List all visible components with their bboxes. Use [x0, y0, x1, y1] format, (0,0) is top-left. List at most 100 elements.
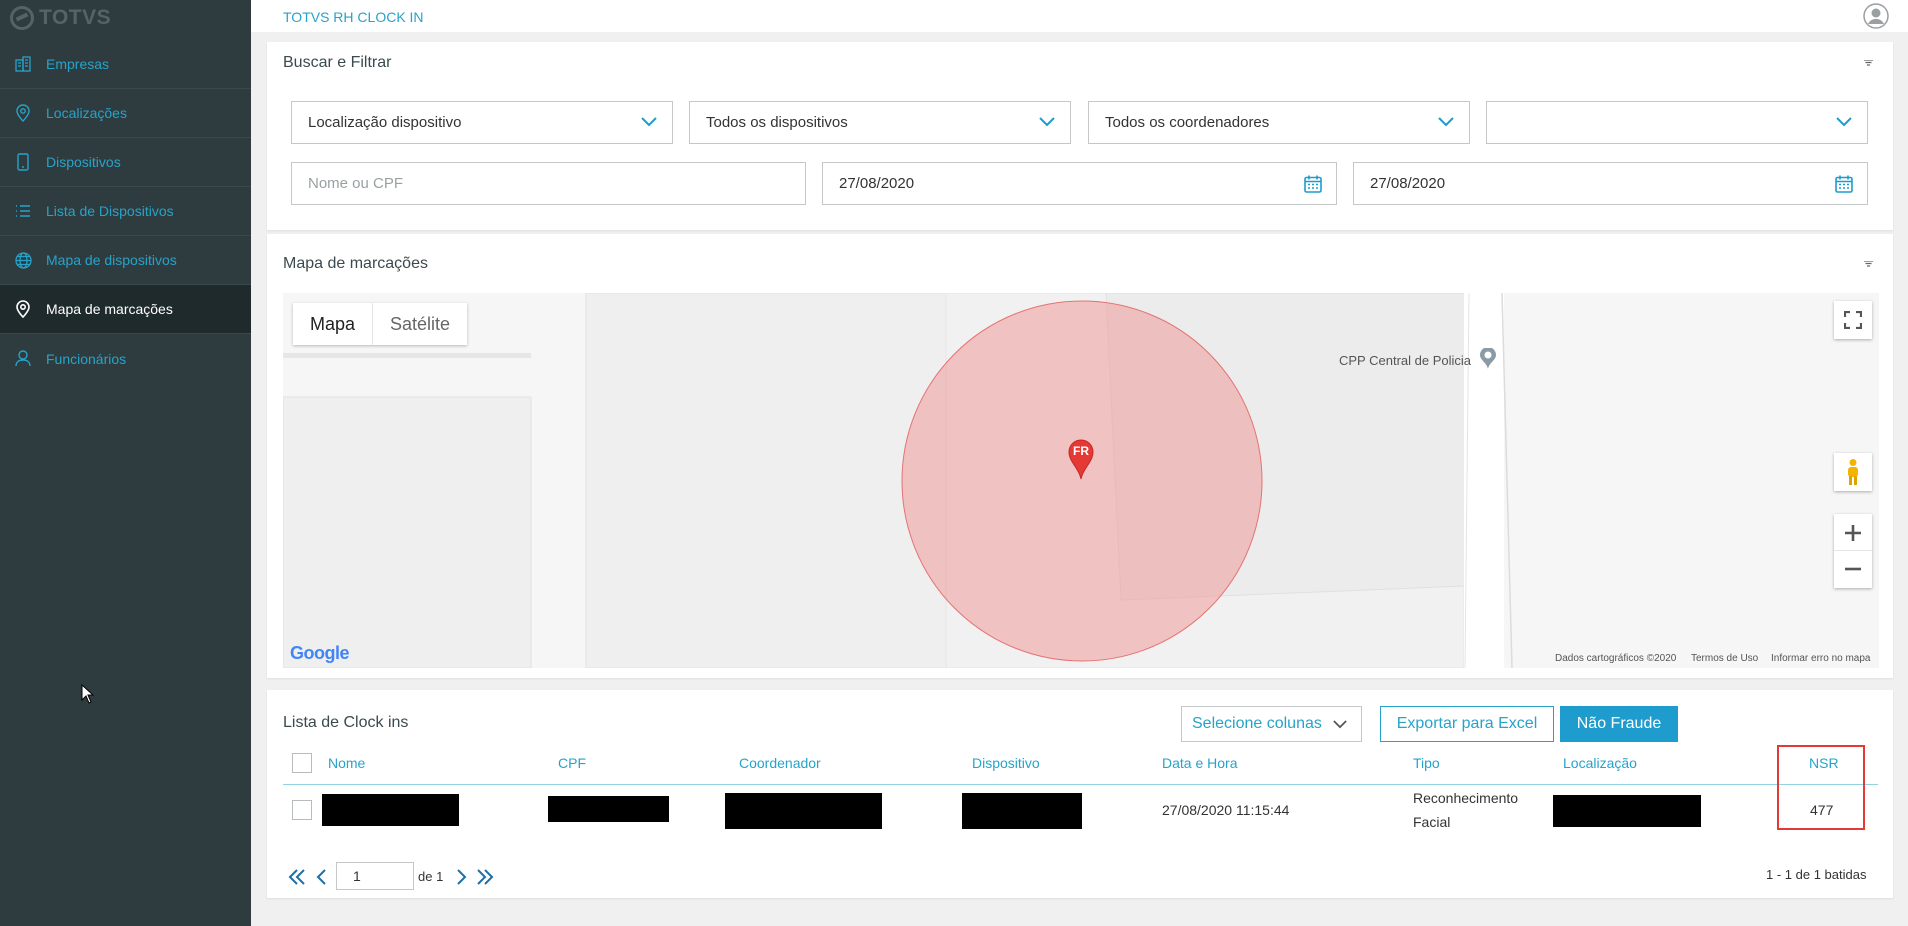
- page-total-label: de 1: [418, 869, 444, 884]
- globe-icon: [14, 251, 32, 269]
- user-avatar-icon[interactable]: [1863, 3, 1889, 29]
- list-title: Lista de Clock ins: [283, 714, 409, 731]
- header-tipo[interactable]: Tipo: [1413, 755, 1440, 771]
- sidebar-item-label: Localizações: [46, 105, 127, 121]
- cell-data-hora: 27/08/2020 11:15:44: [1162, 802, 1290, 818]
- name-cpf-input[interactable]: Nome ou CPF: [291, 162, 806, 205]
- minus-icon: [1845, 567, 1861, 571]
- last-page-icon[interactable]: [476, 868, 494, 886]
- sidebar-item-label: Funcionários: [46, 350, 127, 367]
- redacted-dispositivo: [962, 793, 1082, 829]
- header-localizacao[interactable]: Localização: [1563, 755, 1637, 771]
- app-title[interactable]: TOTVS RH CLOCK IN: [283, 9, 424, 25]
- device-select[interactable]: Todos os dispositivos: [689, 101, 1071, 144]
- sidebar-item-label: Empresas: [46, 56, 110, 72]
- sidebar-item-empresas[interactable]: Empresas: [0, 40, 251, 89]
- totvs-logo[interactable]: TOTVS: [10, 4, 111, 32]
- map-marker-label: FR: [1073, 444, 1089, 458]
- map-card: Mapa de marcações FR CPP Central de Poli…: [267, 234, 1893, 678]
- date-end-input[interactable]: 27/08/2020: [1353, 162, 1868, 205]
- top-header: TOTVS RH CLOCK IN: [251, 0, 1908, 32]
- sidebar-item-mapa-dispositivos[interactable]: Mapa de dispositivos: [0, 236, 251, 285]
- not-fraud-button[interactable]: Não Fraude: [1560, 706, 1678, 742]
- coordinator-select-value: Todos os coordenadores: [1105, 114, 1270, 131]
- header-dispositivo[interactable]: Dispositivo: [972, 755, 1040, 771]
- sidebar-item-funcionarios[interactable]: Funcionários: [0, 334, 251, 383]
- table-row[interactable]: 27/08/2020 11:15:44 Reconhecimento Facia…: [283, 786, 1878, 834]
- select-all-checkbox[interactable]: [292, 753, 312, 773]
- date-end-value: 27/08/2020: [1370, 175, 1446, 192]
- sidebar-item-lista-dispositivos[interactable]: Lista de Dispositivos: [0, 187, 251, 236]
- redacted-coordenador: [725, 793, 882, 829]
- brand-name: TOTVS: [39, 6, 112, 29]
- zoom-out-button[interactable]: [1834, 551, 1872, 587]
- sidebar-item-label: Mapa de dispositivos: [46, 252, 177, 268]
- nsr-highlight-box: [1777, 745, 1865, 830]
- sidebar: TOTVS Empresas Localizações Dispositivos…: [0, 0, 251, 926]
- location-pin-icon: [14, 104, 32, 122]
- sidebar-item-label: Mapa de marcações: [46, 301, 173, 317]
- map-view[interactable]: FR CPP Central de Policia Mapa Satélite …: [283, 293, 1879, 668]
- police-poi-icon[interactable]: [1479, 348, 1497, 370]
- totvs-logo-icon: [10, 6, 34, 30]
- map-background: [283, 293, 1879, 668]
- columns-select[interactable]: Selecione colunas: [1181, 706, 1362, 742]
- coordinator-select[interactable]: Todos os coordenadores: [1088, 101, 1470, 144]
- filter-title: Buscar e Filtrar: [283, 54, 392, 71]
- columns-select-value: Selecione colunas: [1192, 715, 1322, 732]
- sidebar-nav: Empresas Localizações Dispositivos Lista…: [0, 40, 251, 383]
- building-icon: [14, 55, 32, 73]
- poi-label[interactable]: CPP Central de Policia: [1339, 353, 1471, 368]
- zoom-in-button[interactable]: [1834, 515, 1872, 551]
- header-divider: [283, 784, 1878, 785]
- next-page-icon[interactable]: [452, 868, 470, 886]
- filter-collapse-icon[interactable]: [1864, 60, 1873, 66]
- fullscreen-button[interactable]: [1834, 301, 1872, 339]
- first-page-icon[interactable]: [288, 868, 306, 886]
- header-nome[interactable]: Nome: [328, 755, 365, 771]
- results-summary: 1 - 1 de 1 batidas: [1766, 867, 1867, 882]
- redacted-localizacao: [1553, 795, 1701, 827]
- map-terms-link[interactable]: Termos de Uso: [1691, 653, 1758, 664]
- header-cpf[interactable]: CPF: [558, 755, 586, 771]
- header-data-hora[interactable]: Data e Hora: [1162, 755, 1237, 771]
- date-start-input[interactable]: 27/08/2020: [822, 162, 1337, 205]
- page-input[interactable]: 1: [336, 862, 414, 890]
- map-title: Mapa de marcações: [283, 255, 428, 272]
- extra-select[interactable]: [1486, 101, 1868, 144]
- location-select-value: Localização dispositivo: [308, 114, 462, 131]
- chevron-down-icon: [1333, 720, 1347, 729]
- device-select-value: Todos os dispositivos: [706, 114, 848, 131]
- fullscreen-icon: [1844, 311, 1862, 329]
- sidebar-item-dispositivos[interactable]: Dispositivos: [0, 138, 251, 187]
- pegman-icon: [1848, 459, 1858, 485]
- chevron-down-icon: [641, 117, 657, 127]
- map-type-satellite-button[interactable]: Satélite: [373, 303, 467, 345]
- header-coordenador[interactable]: Coordenador: [739, 755, 821, 771]
- cell-tipo-line1: Reconhecimento: [1413, 790, 1519, 806]
- previous-page-icon[interactable]: [313, 868, 331, 886]
- export-excel-button[interactable]: Exportar para Excel: [1380, 706, 1554, 742]
- map-report-link[interactable]: Informar erro no mapa: [1771, 653, 1871, 664]
- calendar-icon[interactable]: [1835, 175, 1853, 193]
- map-collapse-icon[interactable]: [1864, 261, 1873, 267]
- google-logo[interactable]: Google: [290, 643, 350, 664]
- cell-tipo-line2: Facial: [1413, 814, 1451, 830]
- map-data-attribution: Dados cartográficos ©2020: [1555, 653, 1677, 664]
- sidebar-item-mapa-marcacoes[interactable]: Mapa de marcações: [0, 285, 251, 334]
- map-type-control: Mapa Satélite: [293, 303, 468, 345]
- map-type-map-button[interactable]: Mapa: [293, 303, 374, 345]
- location-select[interactable]: Localização dispositivo: [291, 101, 673, 144]
- redacted-cpf: [548, 796, 669, 822]
- sidebar-item-label: Dispositivos: [46, 154, 121, 170]
- chevron-down-icon: [1438, 117, 1454, 127]
- street-view-pegman[interactable]: [1834, 453, 1872, 491]
- phone-icon: [14, 153, 32, 171]
- chevron-down-icon: [1836, 117, 1852, 127]
- sidebar-item-localizacoes[interactable]: Localizações: [0, 89, 251, 138]
- user-icon: [14, 350, 32, 368]
- calendar-icon[interactable]: [1304, 175, 1322, 193]
- row-checkbox[interactable]: [292, 800, 312, 820]
- plus-icon: [1845, 524, 1861, 541]
- page-input-value: 1: [353, 868, 361, 884]
